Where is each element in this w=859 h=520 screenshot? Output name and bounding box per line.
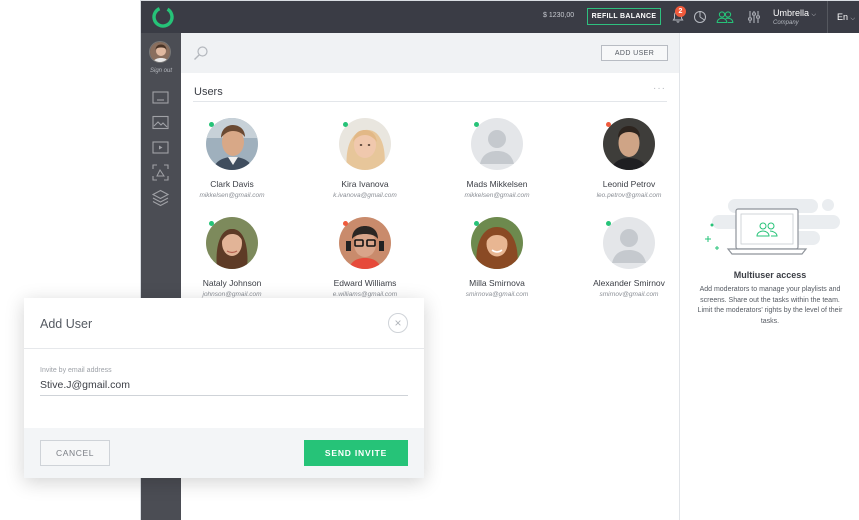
user-avatar	[471, 217, 523, 269]
users-icon[interactable]	[716, 8, 734, 26]
status-online-icon	[606, 221, 611, 226]
sign-out-link[interactable]: Sign out	[141, 68, 181, 74]
status-away-icon	[606, 122, 611, 127]
refill-balance-button[interactable]: REFILL BALANCE	[587, 8, 661, 25]
user-name: Clark Davis	[210, 179, 254, 189]
user-name: Mads Mikkelsen	[466, 179, 528, 189]
user-avatar	[206, 118, 258, 170]
cancel-button[interactable]: CANCEL	[40, 440, 110, 466]
user-name: Alexander Smirnov	[593, 278, 665, 288]
user-email: mikkelsen@gmail.com	[199, 192, 265, 199]
user-email: johnson@gmail.com	[202, 291, 262, 298]
chevron-down-icon: ⌵	[811, 12, 817, 18]
user-card[interactable]: Clark Davis mikkelsen@gmail.com	[177, 118, 287, 199]
email-field[interactable]: Stive.J@gmail.com	[40, 379, 130, 391]
avatar[interactable]	[149, 41, 171, 63]
user-card[interactable]: Leonid Petrov leo.petrov@gmail.com	[574, 118, 684, 199]
user-card[interactable]: Alexander Smirnov smirnov@gmail.com	[574, 217, 684, 298]
user-name: Milla Smirnova	[469, 278, 525, 288]
video-icon[interactable]	[151, 138, 170, 157]
email-field-label: Invite by email address	[40, 367, 112, 374]
user-card[interactable]: Milla Smirnova smirnova@gmail.com	[442, 217, 552, 298]
company-subtitle: Company	[773, 20, 799, 26]
email-field-underline	[40, 395, 408, 396]
user-avatar	[603, 118, 655, 170]
logo-icon[interactable]	[151, 5, 175, 29]
user-avatar	[603, 217, 655, 269]
search-bar: ADD USER	[181, 33, 679, 73]
notification-badge: 2	[675, 6, 686, 17]
language-selector[interactable]: En ⌵	[837, 12, 855, 23]
status-online-icon	[343, 122, 348, 127]
company-selector[interactable]: Umbrella ⌵ Company	[773, 8, 816, 26]
dialog-footer: CANCEL SEND INVITE	[24, 428, 424, 478]
status-online-icon	[474, 122, 479, 127]
user-card[interactable]: Kira Ivanova k.ivanova@gmail.com	[310, 118, 420, 199]
status-online-icon	[209, 221, 214, 226]
panel-description: Add moderators to manage your playlists …	[697, 286, 843, 325]
user-email: smirnov@gmail.com	[599, 291, 659, 298]
user-name: Kira Ivanova	[341, 179, 389, 189]
user-name: Leonid Petrov	[602, 179, 656, 189]
laptop-users-illustration	[705, 199, 840, 255]
user-name: Nataly Johnson	[202, 278, 262, 288]
dialog-title: Add User	[40, 317, 93, 331]
status-away-icon	[343, 221, 348, 226]
close-icon[interactable]: ×	[388, 313, 408, 333]
chart-icon[interactable]	[691, 8, 709, 26]
user-email: k.ivanova@gmail.com	[333, 192, 397, 199]
layers-icon[interactable]	[151, 188, 170, 207]
user-card[interactable]: Edward Williams e.williams@gmail.com	[310, 217, 420, 298]
scan-icon[interactable]	[151, 163, 170, 182]
panel-title: Multiuser access	[733, 270, 807, 280]
images-icon[interactable]	[151, 113, 170, 132]
user-avatar	[206, 217, 258, 269]
status-online-icon	[474, 221, 479, 226]
status-online-icon	[209, 122, 214, 127]
user-email: leo.petrov@gmail.com	[596, 192, 662, 199]
user-email: e.williams@gmail.com	[332, 291, 398, 298]
user-email: smirnova@gmail.com	[465, 291, 529, 298]
info-panel: Multiuser access Add moderators to manag…	[679, 33, 859, 520]
divider	[193, 101, 667, 102]
more-options-icon[interactable]: ···	[653, 83, 666, 94]
company-name: Umbrella	[773, 8, 810, 18]
divider	[24, 348, 424, 349]
chevron-down-icon: ⌵	[850, 16, 856, 22]
top-bar: $ 1230,00 REFILL BALANCE 2 Umbrella ⌵ Co…	[141, 1, 859, 33]
sliders-icon[interactable]	[745, 8, 763, 26]
balance-amount: $ 1230,00	[543, 12, 575, 19]
add-user-button[interactable]: ADD USER	[601, 45, 668, 61]
user-card[interactable]: Nataly Johnson johnson@gmail.com	[177, 217, 287, 298]
send-invite-button[interactable]: SEND INVITE	[304, 440, 408, 466]
user-email: mikkelsen@gmail.com	[464, 192, 530, 199]
divider	[827, 1, 828, 33]
user-name: Edward Williams	[333, 278, 397, 288]
search-icon[interactable]	[193, 45, 209, 61]
language-label: En	[837, 12, 849, 22]
user-card[interactable]: Mads Mikkelsen mikkelsen@gmail.com	[442, 118, 552, 199]
section-title: Users	[194, 86, 223, 98]
user-avatar	[471, 118, 523, 170]
add-user-dialog: Add User × Invite by email address Stive…	[24, 298, 424, 478]
screens-icon[interactable]	[151, 88, 170, 107]
